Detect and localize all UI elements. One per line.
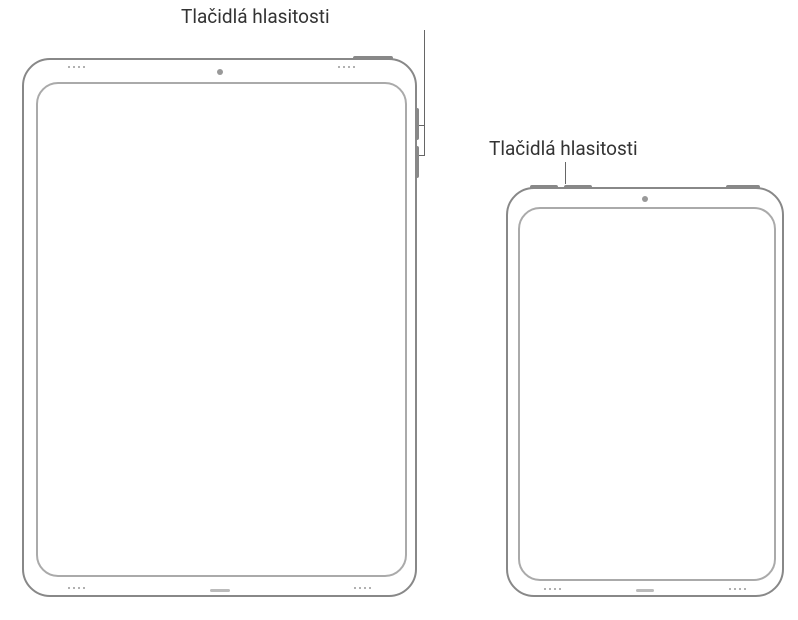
charging-port: [636, 589, 654, 592]
leader-line: [418, 125, 425, 126]
camera-icon: [217, 69, 223, 75]
leader-line: [565, 162, 566, 184]
label-volume-left: Tlačidlá hlasitosti: [181, 5, 330, 28]
camera-icon: [642, 196, 648, 202]
speaker-grille: [544, 588, 561, 590]
volume-up-button: [530, 185, 558, 189]
leader-line: [424, 30, 425, 155]
top-button: [726, 185, 760, 189]
speaker-grille: [68, 66, 85, 68]
speaker-grille: [68, 587, 85, 589]
ipad-screen: [36, 82, 407, 577]
label-volume-right: Tlačidlá hlasitosti: [489, 137, 638, 160]
volume-down-button: [564, 185, 592, 189]
ipad-large-outline: [22, 58, 417, 597]
top-button: [353, 56, 393, 60]
ipad-small-outline: [506, 187, 784, 597]
leader-line: [418, 155, 425, 156]
speaker-grille: [354, 587, 371, 589]
volume-down-button: [415, 146, 419, 178]
ipad-screen: [518, 207, 776, 581]
charging-port: [210, 589, 230, 592]
speaker-grille: [338, 66, 355, 68]
speaker-grille: [729, 588, 746, 590]
volume-up-button: [415, 108, 419, 140]
